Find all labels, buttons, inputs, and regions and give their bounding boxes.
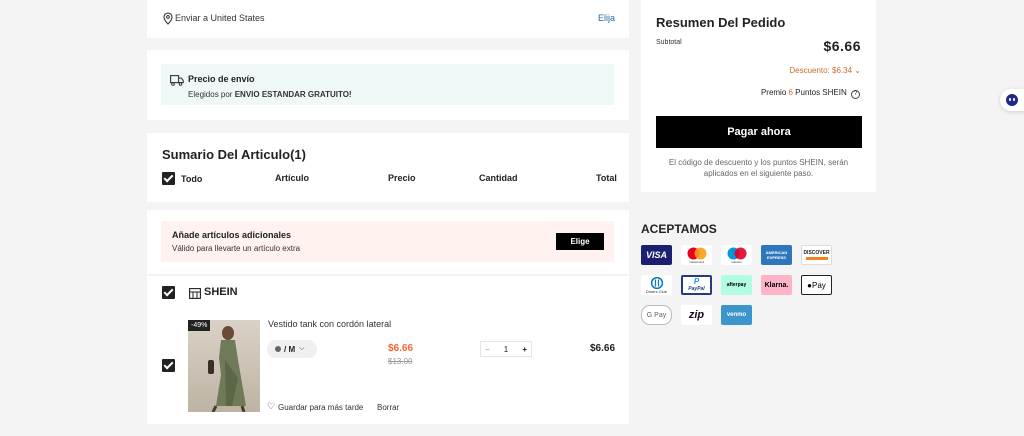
subtotal-label: Subtotal (656, 39, 682, 46)
order-summary-title: Resumen Del Pedido (656, 15, 786, 30)
paypal-label: PayPal (688, 286, 705, 292)
quantity-stepper: − 1 + (480, 341, 532, 357)
mastercard-logo: mastercard (681, 245, 712, 265)
discover-label: DISCOVER (803, 250, 830, 256)
zip-logo: zip (681, 305, 712, 325)
chevron-down-icon: ⌵ (299, 345, 305, 352)
product-image[interactable]: -49% (188, 320, 260, 412)
truck-icon (170, 73, 184, 91)
heart-icon[interactable]: ♡ (267, 401, 275, 412)
shipping-method: ENVIO ESTANDAR GRATUITO! (234, 90, 352, 99)
google-pay-logo: G Pay (641, 305, 672, 325)
product-price: $6.66 (388, 343, 414, 354)
discount-toggle[interactable]: Descuento: $6.34 ⌄ (789, 66, 861, 75)
save-for-later-link[interactable]: Guardar para más tarde (278, 403, 363, 412)
variant-selector[interactable]: / M ⌵ (267, 340, 317, 358)
store-name: SHEIN (204, 286, 238, 298)
items-summary-card: Sumario Del Articulo(1) Todo Artículo Pr… (147, 133, 629, 202)
dress-photo (208, 326, 246, 412)
mastercard-label: mastercard (688, 259, 704, 264)
points-suffix: Puntos SHEIN (792, 88, 847, 97)
product-original-price: $13.00 (388, 357, 413, 366)
discover-stripe (805, 257, 828, 260)
maestro-circles (727, 247, 746, 259)
klarna-label: Klarna. (764, 281, 789, 289)
product-total: $6.66 (590, 343, 616, 354)
color-swatch-icon (275, 346, 281, 352)
discount-badge: -49% (188, 320, 211, 331)
change-address-link[interactable]: Elija (598, 13, 615, 23)
visa-label: VISA (645, 250, 667, 260)
apple-pay-logo: ● Pay (801, 275, 832, 295)
klarna-logo: Klarna. (761, 275, 792, 295)
points-prefix: Premio (760, 88, 789, 97)
afterpay-logo: afterpay (721, 275, 752, 295)
column-price: Precio (388, 173, 416, 183)
shipping-notice-card: Precio de envío Elegidos por ENVIO ESTAN… (147, 50, 629, 120)
quantity-increase-button[interactable]: + (522, 345, 527, 354)
items-summary-title: Sumario Del Articulo(1) (162, 147, 306, 162)
accepted-payments-title: ACEPTAMOS (641, 222, 717, 236)
pay-now-button[interactable]: Pagar ahora (656, 116, 862, 148)
maestro-label: maestro (731, 259, 742, 264)
location-icon (163, 12, 173, 30)
diners-club-mark (650, 276, 663, 289)
diners-club-logo: Diners Club (641, 275, 672, 295)
venmo-logo: venmo (721, 305, 752, 325)
zip-label: zip (688, 309, 705, 321)
variant-label: / M (284, 344, 296, 354)
summary-note-line2: aplicados en el siguiente paso. (703, 169, 814, 178)
column-article: Artículo (275, 173, 310, 183)
addon-banner: Añade artículos adicionales Válido para … (161, 221, 614, 262)
discover-logo: DISCOVER (801, 245, 832, 265)
quantity-decrease-button[interactable]: − (485, 345, 490, 354)
store-checkbox[interactable] (162, 286, 175, 299)
column-total: Total (596, 173, 617, 183)
order-summary-card: Resumen Del Pedido Subtotal $6.66 Descue… (641, 0, 876, 192)
shipping-notice-prefix: Elegidos por (188, 90, 235, 99)
addon-choose-button[interactable]: Elige (556, 233, 604, 250)
discount-text: Descuento: $6.34 (789, 66, 853, 75)
diners-club-label: Diners Club (646, 288, 667, 294)
maestro-logo: maestro (721, 245, 752, 265)
select-all-checkbox[interactable] (162, 172, 175, 185)
amex-logo: AMERICAN EXPRESS (761, 245, 792, 265)
select-all-label: Todo (181, 174, 203, 184)
chat-assistant-button[interactable] (1000, 89, 1024, 111)
chat-robot-icon (1006, 94, 1018, 106)
product-name[interactable]: Vestido tank con cordón lateral (268, 319, 391, 329)
summary-note-line1: El código de descuento y los puntos SHEI… (668, 158, 849, 167)
shipping-notice-text: Elegidos por ENVIO ESTANDAR GRATUITO! (188, 90, 352, 99)
quantity-value[interactable]: 1 (504, 345, 508, 354)
product-checkbox[interactable] (162, 359, 175, 372)
paypal-p-icon: P (693, 277, 700, 286)
shipping-card: Enviar a United States Elija (147, 0, 629, 38)
delete-link[interactable]: Borrar (377, 403, 399, 412)
reward-points: Premio 6 Puntos SHEIN ? (761, 88, 860, 99)
section-divider (147, 274, 629, 276)
shipping-notice-title: Precio de envío (188, 74, 255, 84)
afterpay-label: afterpay (726, 282, 747, 288)
visa-logo: VISA (641, 245, 672, 265)
cart-items-card: Añade artículos adicionales Válido para … (147, 210, 629, 424)
addon-title: Añade artículos adicionales (172, 230, 292, 240)
help-icon[interactable]: ? (851, 90, 860, 99)
robot-eye-left (1009, 98, 1011, 101)
venmo-label: venmo (726, 312, 747, 318)
shipping-notice: Precio de envío Elegidos por ENVIO ESTAN… (161, 64, 614, 105)
store-icon (189, 286, 201, 304)
robot-eye-right (1013, 98, 1015, 101)
subtotal-value: $6.66 (823, 38, 861, 54)
apple-pay-label: Pay (812, 280, 826, 290)
amex-label: AMERICAN EXPRESS (765, 250, 788, 260)
google-pay-label: G Pay (646, 311, 667, 319)
paypal-logo: P PayPal (681, 275, 712, 295)
column-quantity: Cantidad (479, 173, 518, 183)
mastercard-circles (687, 247, 706, 259)
shipping-destination: Enviar a United States (175, 13, 265, 23)
addon-subtitle: Válido para llevarte un artículo extra (172, 244, 301, 253)
chevron-down-icon: ⌄ (854, 66, 861, 75)
